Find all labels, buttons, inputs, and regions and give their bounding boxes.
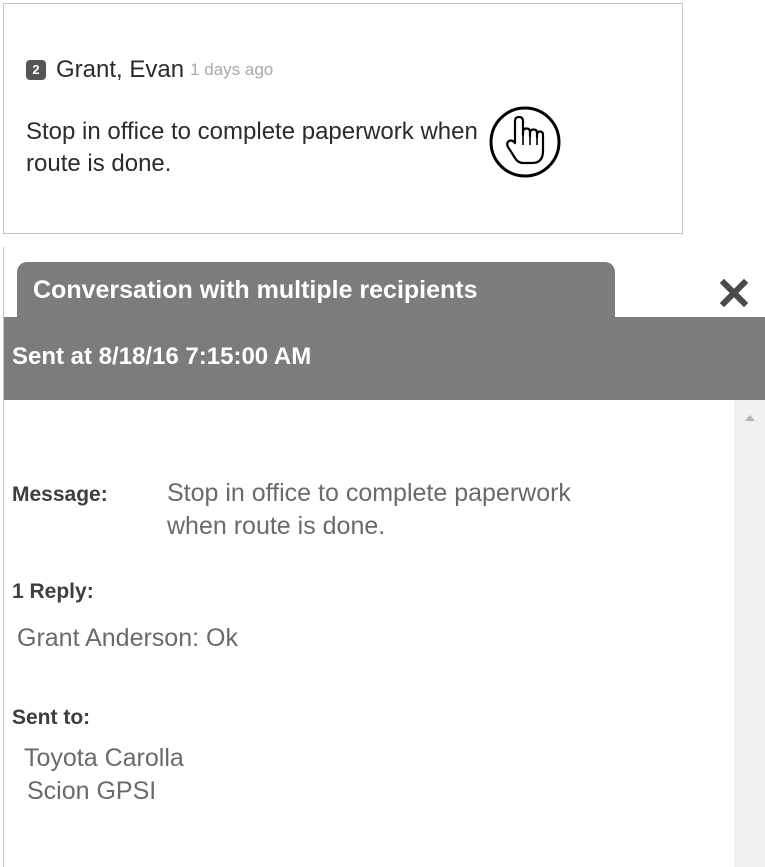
sent-at-bar: Sent at 8/18/16 7:15:00 AM (4, 317, 765, 400)
recipient-list: Toyota Carolla Scion GPSI (24, 742, 184, 808)
message-row: Message: Stop in office to complete pape… (12, 477, 637, 543)
message-count-badge: 2 (26, 60, 46, 80)
recipient-item: Scion GPSI (27, 777, 157, 805)
reply-count-label: 1 Reply: (12, 580, 94, 603)
conversation-panel: Conversation with multiple recipients Se… (3, 247, 765, 867)
message-time-ago: 1 days ago (190, 60, 274, 79)
message-card[interactable]: 2 Grant, Evan 1 days ago Stop in office … (3, 3, 683, 234)
sent-to-label: Sent to: (12, 706, 91, 729)
message-preview: Stop in office to complete paperwork whe… (26, 118, 478, 177)
message-card-header: 2 Grant, Evan 1 days ago (26, 56, 273, 84)
conversation-content: Message: Stop in office to complete pape… (4, 400, 734, 867)
pointing-hand-cursor-icon (489, 106, 561, 178)
message-label: Message: (12, 483, 108, 506)
chevron-up-icon[interactable] (734, 408, 765, 428)
reply-text: Grant Anderson: Ok (17, 624, 238, 652)
close-icon[interactable] (716, 275, 752, 311)
recipient-item: Toyota Carolla (24, 744, 184, 772)
conversation-tab[interactable]: Conversation with multiple recipients (17, 262, 615, 320)
sender-name: Grant, Evan (56, 56, 185, 83)
message-text: Stop in office to complete paperwork whe… (167, 479, 571, 540)
vertical-scrollbar[interactable] (734, 400, 765, 867)
